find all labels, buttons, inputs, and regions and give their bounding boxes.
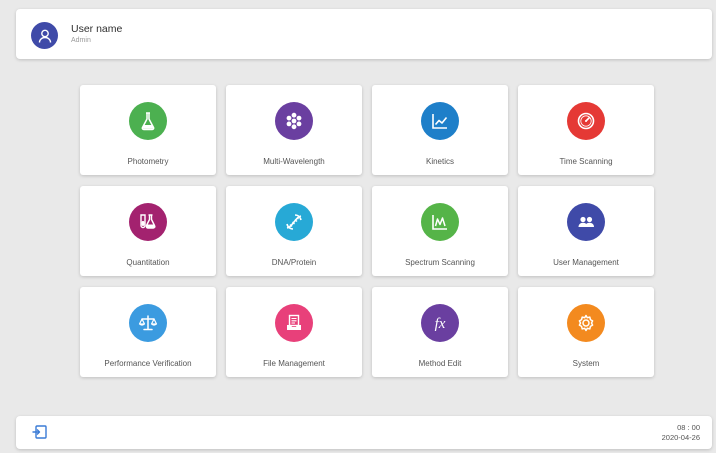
tile-quantitation[interactable]: Quantitation: [80, 186, 216, 276]
gear-icon: [567, 304, 605, 342]
tile-multi-wavelength[interactable]: Multi-Wavelength: [226, 85, 362, 175]
beakers-icon: [129, 203, 167, 241]
tile-label: DNA/Protein: [271, 258, 317, 267]
cluster-icon: [275, 102, 313, 140]
logout-icon[interactable]: [31, 424, 49, 440]
user-name: User name: [71, 23, 123, 35]
file-tray-icon: [275, 304, 313, 342]
tile-label: Time Scanning: [559, 157, 613, 166]
clock-icon: [567, 102, 605, 140]
tile-label: Multi-Wavelength: [263, 157, 325, 166]
spectrum-chart-icon: [421, 203, 459, 241]
tile-spectrum-scanning[interactable]: Spectrum Scanning: [372, 186, 508, 276]
tile-time-scanning[interactable]: Time Scanning: [518, 85, 654, 175]
tile-method-edit[interactable]: fx Method Edit: [372, 287, 508, 377]
tile-label: Photometry: [127, 157, 169, 166]
tile-user-management[interactable]: User Management: [518, 186, 654, 276]
tile-file-management[interactable]: File Management: [226, 287, 362, 377]
status-bar: 08 : 00 2020-04-26: [16, 416, 712, 449]
user-role: Admin: [71, 37, 91, 44]
function-grid: Photometry Multi-Wavelength Kinetics Tim…: [80, 85, 654, 377]
current-date: 2020-04-26: [661, 433, 700, 442]
tile-kinetics[interactable]: Kinetics: [372, 85, 508, 175]
tile-label: System: [572, 359, 600, 368]
function-icon: fx: [421, 304, 459, 342]
tile-photometry[interactable]: Photometry: [80, 85, 216, 175]
svg-text:fx: fx: [435, 316, 446, 332]
trend-chart-icon: [421, 102, 459, 140]
flask-icon: [129, 102, 167, 140]
tile-label: User Management: [553, 258, 619, 267]
user-avatar-icon[interactable]: [31, 22, 58, 49]
tile-performance-verification[interactable]: Performance Verification: [80, 287, 216, 377]
clock-display: 08 : 00 2020-04-26: [662, 423, 700, 443]
tile-label: Method Edit: [418, 359, 462, 368]
tile-label: Performance Verification: [104, 359, 192, 368]
users-icon: [567, 203, 605, 241]
tile-system[interactable]: System: [518, 287, 654, 377]
dna-icon: [275, 203, 313, 241]
balance-scale-icon: [129, 304, 167, 342]
current-time: 08 : 00: [677, 423, 700, 432]
tile-label: Quantitation: [126, 258, 170, 267]
tile-label: Spectrum Scanning: [405, 258, 475, 267]
tile-label: File Management: [263, 359, 325, 368]
tile-dna-protein[interactable]: DNA/Protein: [226, 186, 362, 276]
tile-label: Kinetics: [425, 157, 454, 166]
user-header: User name Admin: [16, 9, 712, 59]
